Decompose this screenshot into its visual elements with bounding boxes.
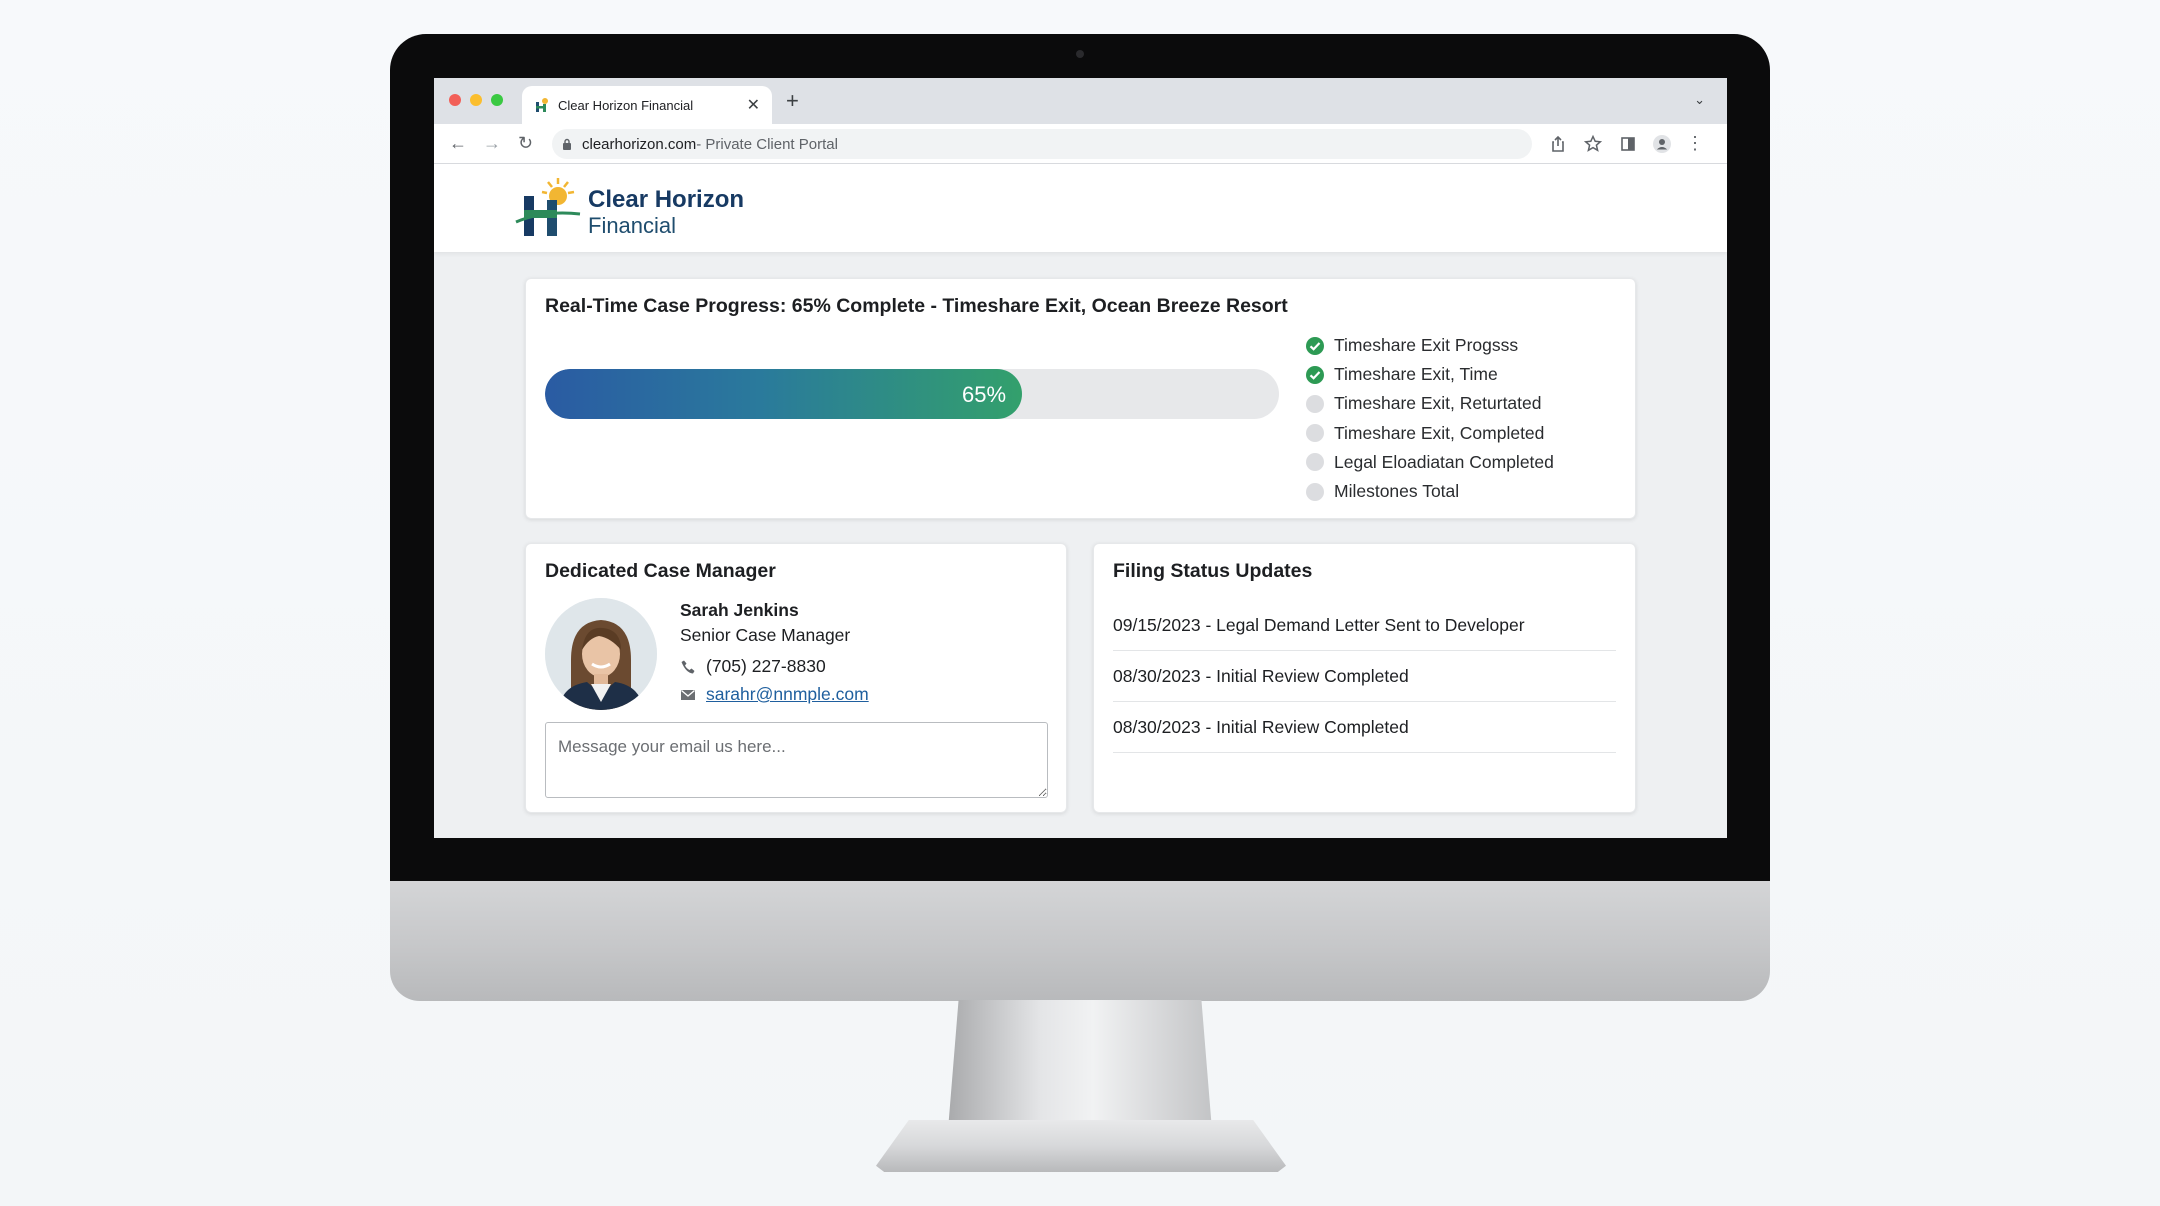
clear-horizon-logo-icon[interactable] [514, 174, 584, 238]
lock-icon [563, 138, 571, 150]
browser-window: Clear Horizon Financial ✕ + ⌄ ← → ↻ clea… [434, 78, 1727, 838]
case-progress-title: Real-Time Case Progress: 65% Complete - … [545, 295, 1288, 317]
progress-percent-label: 65% [962, 382, 1007, 407]
monitor-stand-base [876, 1120, 1286, 1172]
browser-menu-kebab-icon[interactable]: ⋮ [1686, 133, 1704, 153]
milestone-label: Timeshare Exit Progsss [1334, 335, 1519, 356]
filing-status-item: 09/15/2023 - Legal Demand Letter Sent to… [1113, 600, 1616, 651]
profile-avatar-icon[interactable] [1652, 134, 1672, 154]
case-manager-role: Senior Case Manager [680, 625, 851, 645]
pending-circle-icon [1306, 424, 1324, 443]
filing-status-item: 08/30/2023 - Initial Review Completed [1113, 702, 1616, 753]
phone-icon [681, 660, 695, 673]
site-favicon-icon [536, 98, 548, 112]
case-manager-phone-text: (705) 227-8830 [706, 656, 826, 676]
milestone-item: Milestones Total [1306, 477, 1554, 506]
share-icon[interactable] [1548, 134, 1568, 154]
site-header: Clear Horizon Financial [434, 164, 1727, 252]
milestone-label: Timeshare Exit, Returtated [1334, 393, 1542, 414]
side-panel-icon[interactable] [1618, 134, 1638, 154]
case-manager-name: Sarah Jenkins [680, 600, 799, 620]
tab-title: Clear Horizon Financial [558, 97, 694, 113]
monitor-chin [390, 881, 1770, 1001]
milestone-list: Timeshare Exit Progsss Timeshare Exit, Ti… [1306, 331, 1554, 506]
case-manager-title: Dedicated Case Manager [545, 560, 776, 582]
check-circle-icon [1306, 365, 1324, 384]
milestone-label: Timeshare Exit, Time [1334, 364, 1498, 385]
back-arrow-icon[interactable]: ← [449, 133, 467, 153]
filing-status-list: 09/15/2023 - Legal Demand Letter Sent to… [1113, 600, 1616, 753]
monitor-stand [948, 1000, 1212, 1130]
check-circle-icon [1306, 336, 1324, 355]
progress-bar: 65% [545, 369, 1279, 419]
url-host: clearhorizon.com [582, 135, 697, 153]
case-manager-email-text: sarahr@nnmple.com [706, 684, 869, 704]
tab-close-icon[interactable]: ✕ [747, 95, 760, 115]
new-tab-button[interactable]: + [786, 88, 799, 114]
logo-wordmark-line1: Clear Horizon [588, 186, 745, 213]
address-bar[interactable]: clearhorizon.com - Private Client Portal [552, 129, 1532, 159]
tab-search-chevron-icon[interactable]: ⌄ [1694, 92, 1705, 108]
bookmark-star-icon[interactable] [1583, 134, 1603, 154]
milestone-label: Milestones Total [1334, 481, 1460, 502]
filing-status-card: Filing Status Updates 09/15/2023 - Legal… [1093, 543, 1636, 813]
milestone-item: Timeshare Exit, Time [1306, 360, 1554, 389]
filing-status-item: 08/30/2023 - Initial Review Completed [1113, 651, 1616, 702]
case-progress-card: Real-Time Case Progress: 65% Complete - … [525, 278, 1636, 519]
milestone-item: Legal Eloadiatan Completed [1306, 448, 1554, 477]
reload-icon[interactable]: ↻ [518, 133, 533, 153]
close-window-button[interactable] [449, 94, 461, 106]
forward-arrow-icon[interactable]: → [483, 133, 501, 153]
pending-circle-icon [1306, 453, 1324, 472]
milestone-item: Timeshare Exit Progsss [1306, 331, 1554, 360]
case-manager-card: Dedicated Case Manager Sarah Jenkins Sen… [525, 543, 1067, 813]
milestone-item: Timeshare Exit, Returtated [1306, 389, 1554, 418]
url-path: - Private Client Portal [696, 135, 838, 153]
message-input[interactable] [545, 722, 1048, 798]
camera-icon [1076, 50, 1084, 58]
minimize-window-button[interactable] [470, 94, 482, 106]
pending-circle-icon [1306, 394, 1324, 413]
filing-status-title: Filing Status Updates [1113, 560, 1313, 582]
case-manager-phone[interactable]: (705) 227-8830 [680, 656, 826, 677]
case-manager-avatar [545, 598, 657, 710]
mail-icon [681, 689, 695, 700]
case-manager-email-link[interactable]: sarahr@nnmple.com [680, 684, 869, 705]
tab-clear-horizon[interactable]: Clear Horizon Financial ✕ [522, 86, 772, 124]
progress-bar-fill: 65% [545, 369, 1023, 419]
tab-bar: Clear Horizon Financial ✕ + ⌄ [434, 78, 1727, 124]
milestone-label: Timeshare Exit, Completed [1334, 422, 1545, 443]
milestone-label: Legal Eloadiatan Completed [1334, 451, 1554, 472]
milestone-item: Timeshare Exit, Completed [1306, 419, 1554, 448]
maximize-window-button[interactable] [491, 94, 503, 106]
pending-circle-icon [1306, 482, 1324, 501]
browser-toolbar: ← → ↻ clearhorizon.com - Private Client … [434, 124, 1727, 164]
logo-wordmark-line2: Financial [588, 213, 677, 238]
